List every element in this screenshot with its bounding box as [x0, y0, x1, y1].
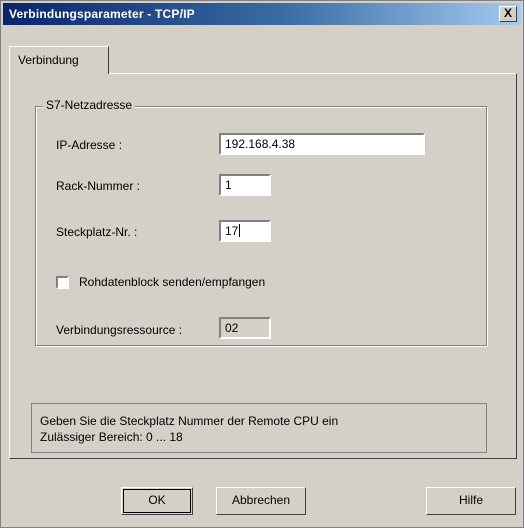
connection-resource-value: 02 [225, 321, 239, 335]
close-icon: X [503, 6, 512, 20]
ip-address-input[interactable]: 192.168.4.38 [219, 133, 425, 155]
window-title: Verbindungsparameter - TCP/IP [9, 7, 195, 21]
ip-address-label: IP-Adresse : [56, 138, 123, 152]
group-title: S7-Netzadresse [43, 98, 136, 112]
ip-address-value: 192.168.4.38 [225, 137, 296, 151]
tab-verbindung[interactable]: Verbindung [9, 46, 109, 74]
rack-number-input[interactable]: 1 [219, 174, 271, 196]
slot-number-input[interactable]: 17 [219, 220, 271, 242]
help-button[interactable]: Hilfe [426, 487, 516, 515]
close-button[interactable]: X [499, 6, 517, 22]
connection-resource-field: 02 [219, 317, 271, 339]
raw-datablock-checkbox[interactable] [56, 276, 69, 289]
raw-datablock-label[interactable]: Rohdatenblock senden/empfangen [79, 275, 265, 289]
dialog-window: Verbindungsparameter - TCP/IP X Verbindu… [0, 0, 524, 528]
rack-number-label: Rack-Nummer : [56, 179, 141, 193]
hint-panel: Geben Sie die Steckplatz Nummer der Remo… [31, 403, 487, 453]
connection-resource-label: Verbindungsressource : [56, 323, 183, 337]
rack-number-value: 1 [225, 178, 232, 192]
title-bar[interactable]: Verbindungsparameter - TCP/IP X [3, 3, 521, 25]
hint-line-1: Geben Sie die Steckplatz Nummer der Remo… [40, 414, 339, 428]
cancel-button[interactable]: Abbrechen [216, 487, 306, 515]
hint-line-2: Zulässiger Bereich: 0 ... 18 [40, 430, 183, 444]
slot-number-label: Steckplatz-Nr. : [56, 225, 138, 239]
text-caret [239, 224, 241, 237]
slot-number-value: 17 [225, 224, 239, 238]
ok-button[interactable]: OK [121, 487, 193, 515]
